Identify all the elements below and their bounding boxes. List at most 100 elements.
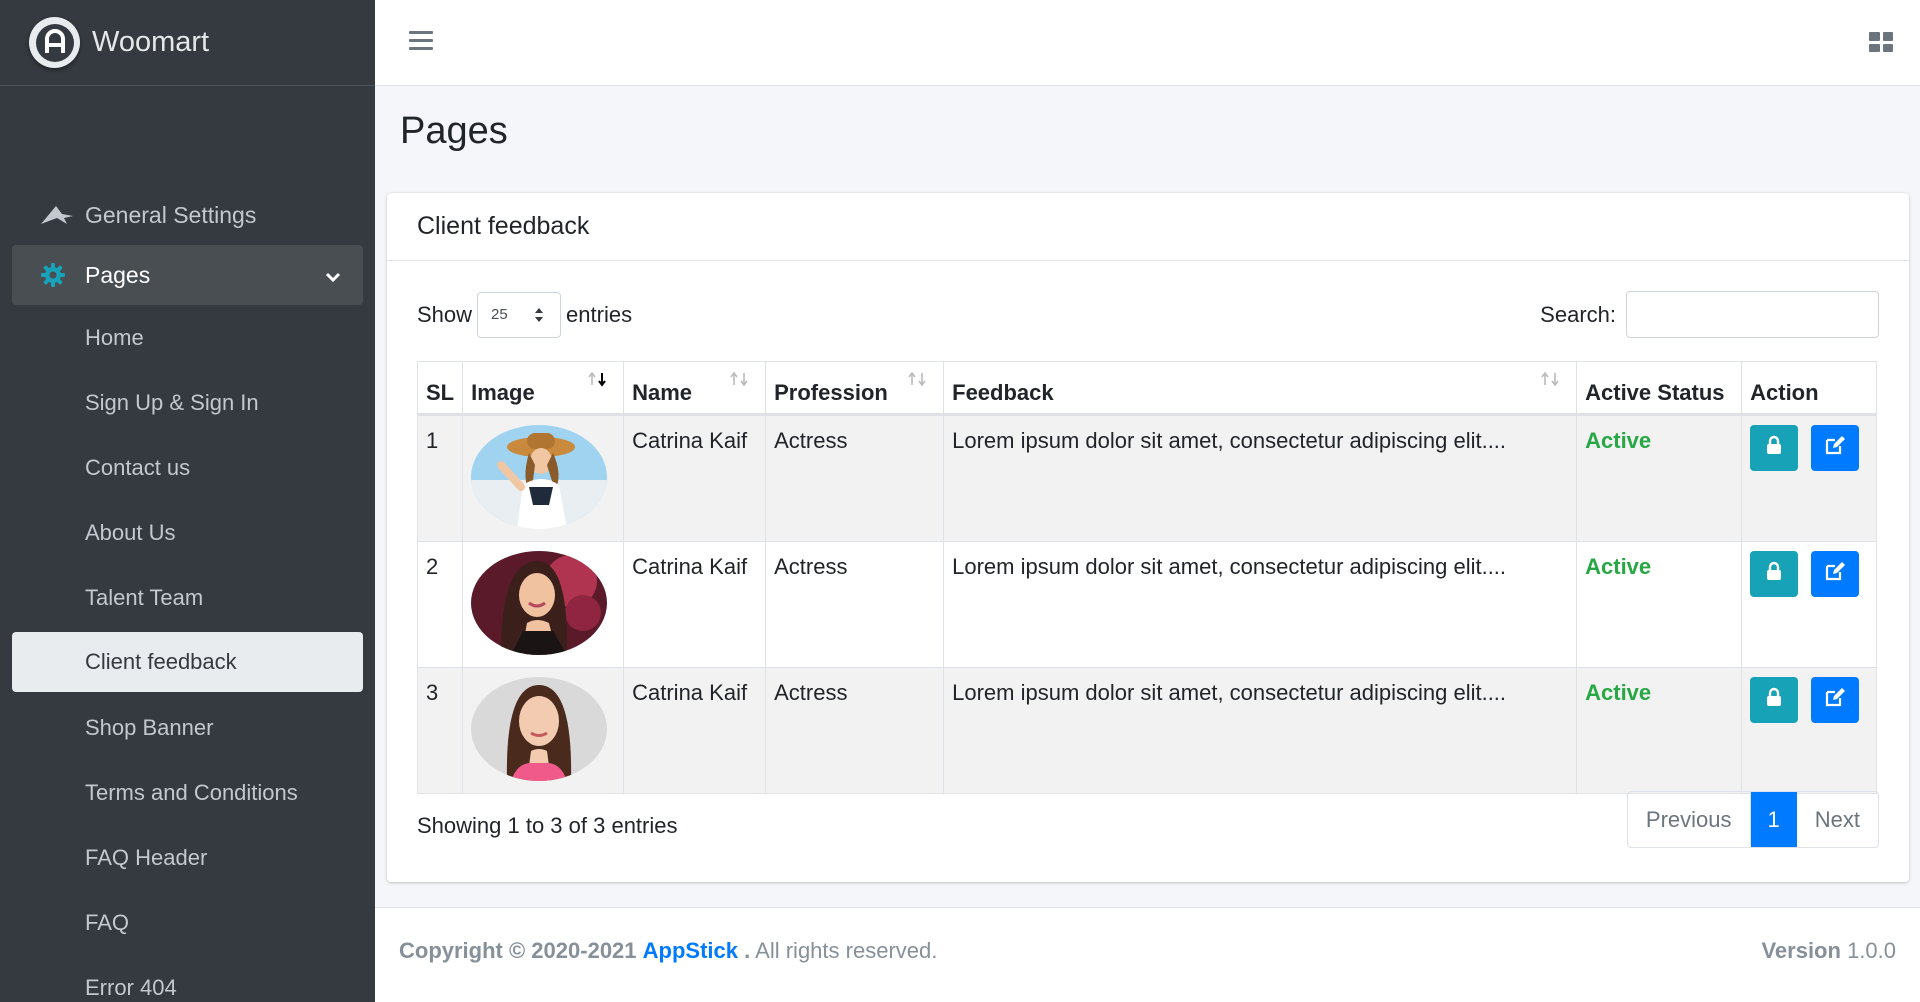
table-row: 3 Catrina Kaif Actress Lorem ipsum dolor… bbox=[416, 667, 1877, 794]
previous-button[interactable]: Previous bbox=[1628, 792, 1751, 847]
sidebar-nav: General Settings Pages Home Sign Up & Si… bbox=[12, 185, 363, 1002]
entries-select[interactable]: 25 bbox=[477, 291, 562, 338]
cell-image bbox=[462, 414, 625, 542]
lock-icon bbox=[1765, 561, 1783, 587]
copyright-text: Copyright © 2020-2021 bbox=[399, 938, 637, 963]
eagle-icon bbox=[40, 200, 74, 230]
table-controls: Show 25 entries Search: bbox=[417, 291, 1879, 339]
cell-sl: 3 bbox=[416, 667, 464, 794]
sidebar-subitem-home[interactable]: Home bbox=[12, 305, 363, 370]
footer: Copyright © 2020-2021 AppStick . All rig… bbox=[375, 907, 1920, 1002]
header-sl[interactable]: SL bbox=[416, 361, 464, 416]
cell-feedback: Lorem ipsum dolor sit amet, consectetur … bbox=[943, 541, 1578, 668]
page-1-button[interactable]: 1 bbox=[1750, 792, 1797, 847]
header-name[interactable]: Name bbox=[623, 361, 767, 416]
card-title: Client feedback bbox=[387, 193, 1909, 261]
sidebar: Woomart General Settings Pages Home Sign… bbox=[0, 0, 375, 1002]
table-row: 2 Catrina Kaif Actress Lorem ipsum dolor… bbox=[416, 541, 1877, 668]
sidebar-subitem-shop-banner[interactable]: Shop Banner bbox=[12, 695, 363, 760]
sidebar-item-label: Pages bbox=[85, 261, 151, 288]
lock-button[interactable] bbox=[1750, 551, 1799, 597]
header-label: Feedback bbox=[952, 379, 1054, 405]
sidebar-subitem-talent-team[interactable]: Talent Team bbox=[12, 565, 363, 630]
sidebar-item-pages[interactable]: Pages bbox=[12, 245, 363, 305]
version-label: Version bbox=[1761, 938, 1841, 963]
brand[interactable]: Woomart bbox=[0, 0, 375, 86]
sidebar-subitem-terms[interactable]: Terms and Conditions bbox=[12, 760, 363, 825]
sidebar-item-general-settings[interactable]: General Settings bbox=[12, 185, 363, 245]
sidebar-subitem-client-feedback[interactable]: Client feedback bbox=[12, 632, 363, 692]
grid-icon[interactable] bbox=[1869, 32, 1893, 52]
chevron-down-icon bbox=[325, 263, 341, 290]
sidebar-subitem-error-404[interactable]: Error 404 bbox=[12, 955, 363, 1002]
cell-image bbox=[462, 667, 625, 794]
feedback-card: Client feedback Show 25 entries Search: … bbox=[387, 193, 1909, 882]
sidebar-subitem-faq-header[interactable]: FAQ Header bbox=[12, 825, 363, 890]
edit-icon bbox=[1824, 687, 1846, 713]
cell-feedback: Lorem ipsum dolor sit amet, consectetur … bbox=[943, 667, 1578, 794]
cell-profession: Actress bbox=[765, 667, 945, 794]
pagination: Previous 1 Next bbox=[1626, 791, 1879, 848]
version-info: Version 1.0.0 bbox=[1761, 938, 1896, 964]
rights-text: All rights reserved. bbox=[755, 938, 938, 963]
sidebar-subitem-faq[interactable]: FAQ bbox=[12, 890, 363, 955]
cell-name: Catrina Kaif bbox=[623, 667, 767, 794]
table-header-row: SL Image Name Profession Feedback Active… bbox=[416, 361, 1877, 416]
sort-icon bbox=[1540, 367, 1562, 393]
entries-label: entries bbox=[566, 301, 633, 327]
brand-logo-icon bbox=[29, 17, 80, 68]
cell-feedback: Lorem ipsum dolor sit amet, consectetur … bbox=[943, 414, 1578, 542]
header-label: Profession bbox=[774, 379, 888, 405]
cell-status: Active bbox=[1576, 414, 1743, 542]
entries-value: 25 bbox=[491, 306, 508, 323]
edit-button[interactable] bbox=[1811, 425, 1860, 471]
edit-button[interactable] bbox=[1811, 677, 1860, 723]
table-info: Showing 1 to 3 of 3 entries bbox=[417, 813, 678, 838]
show-label: Show bbox=[417, 301, 473, 327]
entries-control: Show 25 entries bbox=[417, 291, 632, 338]
cell-action bbox=[1741, 414, 1877, 542]
sidebar-subitem-about-us[interactable]: About Us bbox=[12, 500, 363, 565]
cell-sl: 1 bbox=[416, 414, 464, 542]
avatar bbox=[471, 425, 608, 529]
edit-icon bbox=[1824, 561, 1846, 587]
header-feedback[interactable]: Feedback bbox=[943, 361, 1578, 416]
copyright-dot: . bbox=[744, 938, 751, 963]
edit-button[interactable] bbox=[1811, 551, 1860, 597]
page-title: Pages bbox=[400, 110, 508, 152]
lock-button[interactable] bbox=[1750, 425, 1799, 471]
copyright: Copyright © 2020-2021 AppStick . All rig… bbox=[399, 938, 937, 964]
header-image[interactable]: Image bbox=[462, 361, 625, 416]
cell-action bbox=[1741, 667, 1877, 794]
sidebar-subitem-contact-us[interactable]: Contact us bbox=[12, 435, 363, 500]
sort-icon bbox=[729, 367, 751, 393]
lock-button[interactable] bbox=[1750, 677, 1799, 723]
sort-icon bbox=[587, 367, 609, 393]
search-control: Search: bbox=[1540, 291, 1879, 338]
hamburger-icon[interactable] bbox=[409, 31, 433, 51]
status-badge: Active bbox=[1585, 680, 1652, 705]
cell-name: Catrina Kaif bbox=[623, 414, 767, 542]
cell-status: Active bbox=[1576, 667, 1743, 794]
sidebar-subitem-signup-signin[interactable]: Sign Up & Sign In bbox=[12, 370, 363, 435]
topbar bbox=[375, 0, 1920, 86]
header-active-status[interactable]: Active Status bbox=[1576, 361, 1743, 416]
next-button[interactable]: Next bbox=[1797, 792, 1878, 847]
company-link[interactable]: AppStick bbox=[643, 938, 738, 963]
lock-icon bbox=[1765, 435, 1783, 461]
header-label: Image bbox=[471, 379, 535, 405]
cell-action bbox=[1741, 541, 1877, 668]
lock-icon bbox=[1765, 687, 1783, 713]
search-input[interactable] bbox=[1626, 291, 1879, 338]
cell-image bbox=[462, 541, 625, 668]
gear-icon bbox=[40, 260, 74, 290]
cell-profession: Actress bbox=[765, 541, 945, 668]
table-row: 1 Catrina Kaif Actress Lorem ipsum dolor… bbox=[416, 414, 1877, 542]
avatar bbox=[471, 677, 608, 781]
header-action[interactable]: Action bbox=[1741, 361, 1877, 416]
sort-icon bbox=[907, 367, 929, 393]
avatar bbox=[471, 551, 608, 655]
edit-icon bbox=[1824, 435, 1846, 461]
cell-profession: Actress bbox=[765, 414, 945, 542]
header-profession[interactable]: Profession bbox=[765, 361, 945, 416]
